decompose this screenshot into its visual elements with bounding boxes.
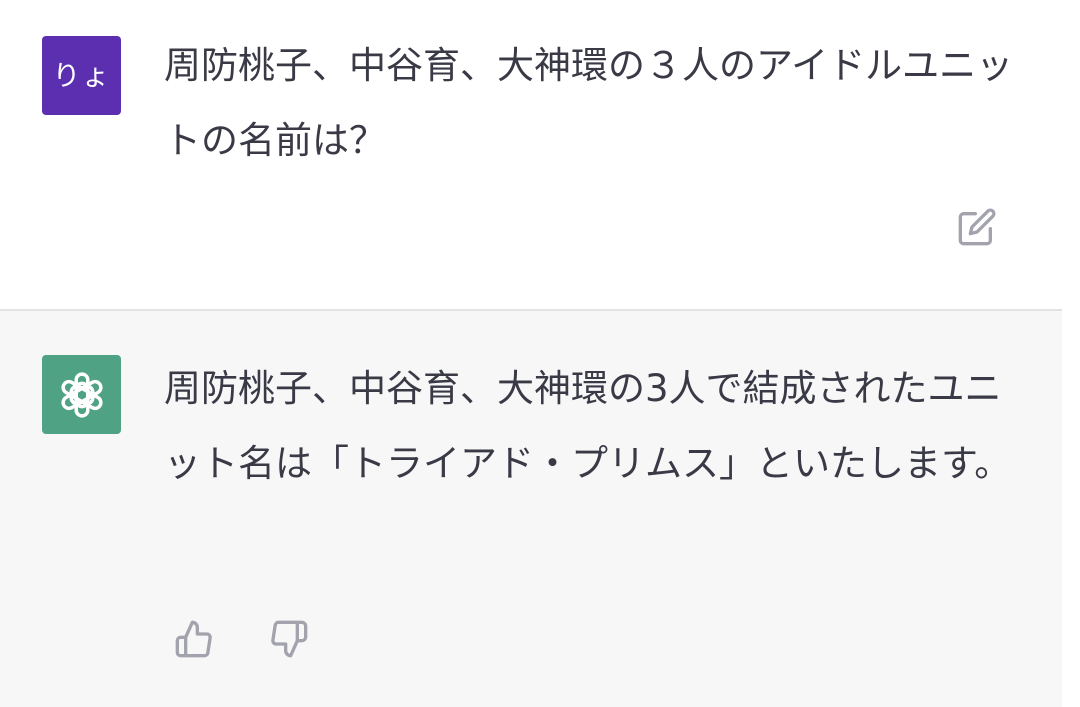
user-avatar: りょ: [42, 36, 121, 115]
assistant-avatar: [42, 355, 121, 434]
scroll-gutter: [1062, 0, 1080, 707]
edit-message-button[interactable]: [955, 205, 999, 249]
edit-icon: [958, 208, 996, 246]
thumbs-up-icon: [175, 620, 212, 658]
user-message-text: 周防桃子、中谷育、大神環の３人のアイドルユニットの名前は？: [164, 44, 1014, 162]
chat-conversation: りょ 周防桃子、中谷育、大神環の３人のアイドルユニットの名前は？ 周防桃子、中谷…: [0, 0, 1080, 707]
thumbs-down-button[interactable]: [267, 617, 311, 661]
openai-logo-icon: [60, 371, 103, 418]
thumbs-down-icon: [271, 620, 308, 658]
assistant-message-text: 周防桃子、中谷育、大神環の3人で結成されたユニット名は「トライアド・プリムス」と…: [164, 367, 1012, 485]
assistant-message-row: 周防桃子、中谷育、大神環の3人で結成されたユニット名は「トライアド・プリムス」と…: [0, 309, 1062, 707]
user-message-row: りょ 周防桃子、中谷育、大神環の３人のアイドルユニットの名前は？: [0, 0, 1062, 309]
thumbs-up-button[interactable]: [172, 617, 216, 661]
user-avatar-label: りょ: [52, 59, 111, 92]
